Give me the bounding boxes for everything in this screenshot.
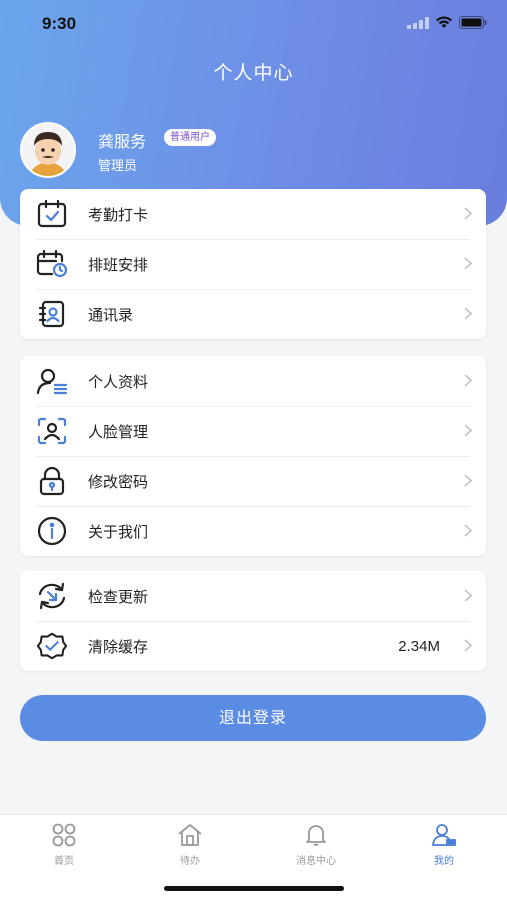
contacts-icon (36, 299, 68, 329)
cache-size-value: 2.34M (398, 637, 440, 655)
chevron-right-icon (464, 639, 472, 652)
home-indicator (164, 886, 344, 891)
menu-item-contacts[interactable]: 通讯录 (20, 289, 486, 339)
tab-label: 消息中心 (296, 856, 336, 867)
menu-item-about[interactable]: 关于我们 (20, 506, 486, 556)
menu-item-label: 排班安排 (88, 255, 149, 274)
menu-item-label: 考勤打卡 (88, 205, 149, 224)
tab-home[interactable]: 首页 (14, 823, 114, 867)
bell-icon (306, 825, 326, 846)
chevron-right-icon (464, 374, 472, 387)
chevron-right-icon (464, 207, 472, 220)
chevron-right-icon (464, 589, 472, 602)
user-role: 管理员 (98, 159, 138, 174)
menu-group-work: 考勤打卡 排班安排 通讯录 (20, 189, 486, 339)
profile-section[interactable]: 龚服务 普通用户 管理员 (20, 122, 480, 178)
menu-item-label: 关于我们 (88, 522, 149, 541)
menu-item-face[interactable]: 人脸管理 (20, 406, 486, 456)
chevron-right-icon (464, 257, 472, 270)
profile-icon (36, 366, 68, 396)
menu-group-system: 检查更新 清除缓存 2.34M (20, 571, 486, 671)
chevron-right-icon (464, 524, 472, 537)
chevron-right-icon (464, 424, 472, 437)
menu-group-account: 个人资料 人脸管理 修改密码 关于我们 (20, 356, 486, 556)
status-icons (407, 16, 487, 29)
user-name: 龚服务 (98, 132, 147, 151)
lock-icon (36, 466, 68, 496)
attendance-icon (36, 199, 68, 229)
chevron-right-icon (464, 307, 472, 320)
tab-mine[interactable]: 我的 (394, 823, 494, 867)
page-title: 个人中心 (213, 62, 294, 84)
user-type-badge: 普通用户 (164, 129, 216, 146)
wifi-icon (436, 16, 452, 28)
status-bar: 9:30 (0, 0, 507, 50)
info-icon (36, 516, 68, 546)
battery-icon (459, 16, 487, 29)
menu-item-clear-cache[interactable]: 清除缓存 2.34M (20, 621, 486, 671)
home-grid-icon (52, 823, 76, 847)
menu-item-check-update[interactable]: 检查更新 (20, 571, 486, 621)
tab-messages[interactable]: 消息中心 (266, 823, 366, 867)
menu-item-schedule[interactable]: 排班安排 (20, 239, 486, 289)
menu-item-label: 人脸管理 (88, 422, 149, 441)
menu-item-label: 检查更新 (88, 587, 149, 606)
todo-house-icon (178, 824, 202, 846)
clear-cache-icon (36, 631, 68, 661)
tab-todo[interactable]: 待办 (140, 823, 240, 867)
menu-item-label: 清除缓存 (88, 637, 149, 656)
face-icon (36, 416, 68, 446)
menu-item-attendance[interactable]: 考勤打卡 (20, 189, 486, 239)
tab-label: 首页 (54, 856, 74, 867)
menu-item-label: 修改密码 (88, 472, 149, 491)
logout-button[interactable]: 退出登录 (20, 695, 486, 741)
avatar-cartoon-icon (22, 124, 74, 176)
tab-label: 我的 (434, 856, 454, 867)
menu-item-label: 个人资料 (88, 372, 149, 391)
menu-item-change-password[interactable]: 修改密码 (20, 456, 486, 506)
signal-icon (407, 16, 429, 29)
menu-item-profile[interactable]: 个人资料 (20, 356, 486, 406)
user-icon (431, 824, 456, 846)
chevron-right-icon (464, 474, 472, 487)
refresh-icon (36, 581, 68, 611)
schedule-icon (36, 249, 68, 279)
status-time: 9:30 (42, 14, 77, 33)
menu-item-label: 通讯录 (88, 305, 134, 324)
tab-label: 待办 (180, 856, 200, 867)
avatar[interactable] (20, 122, 76, 178)
